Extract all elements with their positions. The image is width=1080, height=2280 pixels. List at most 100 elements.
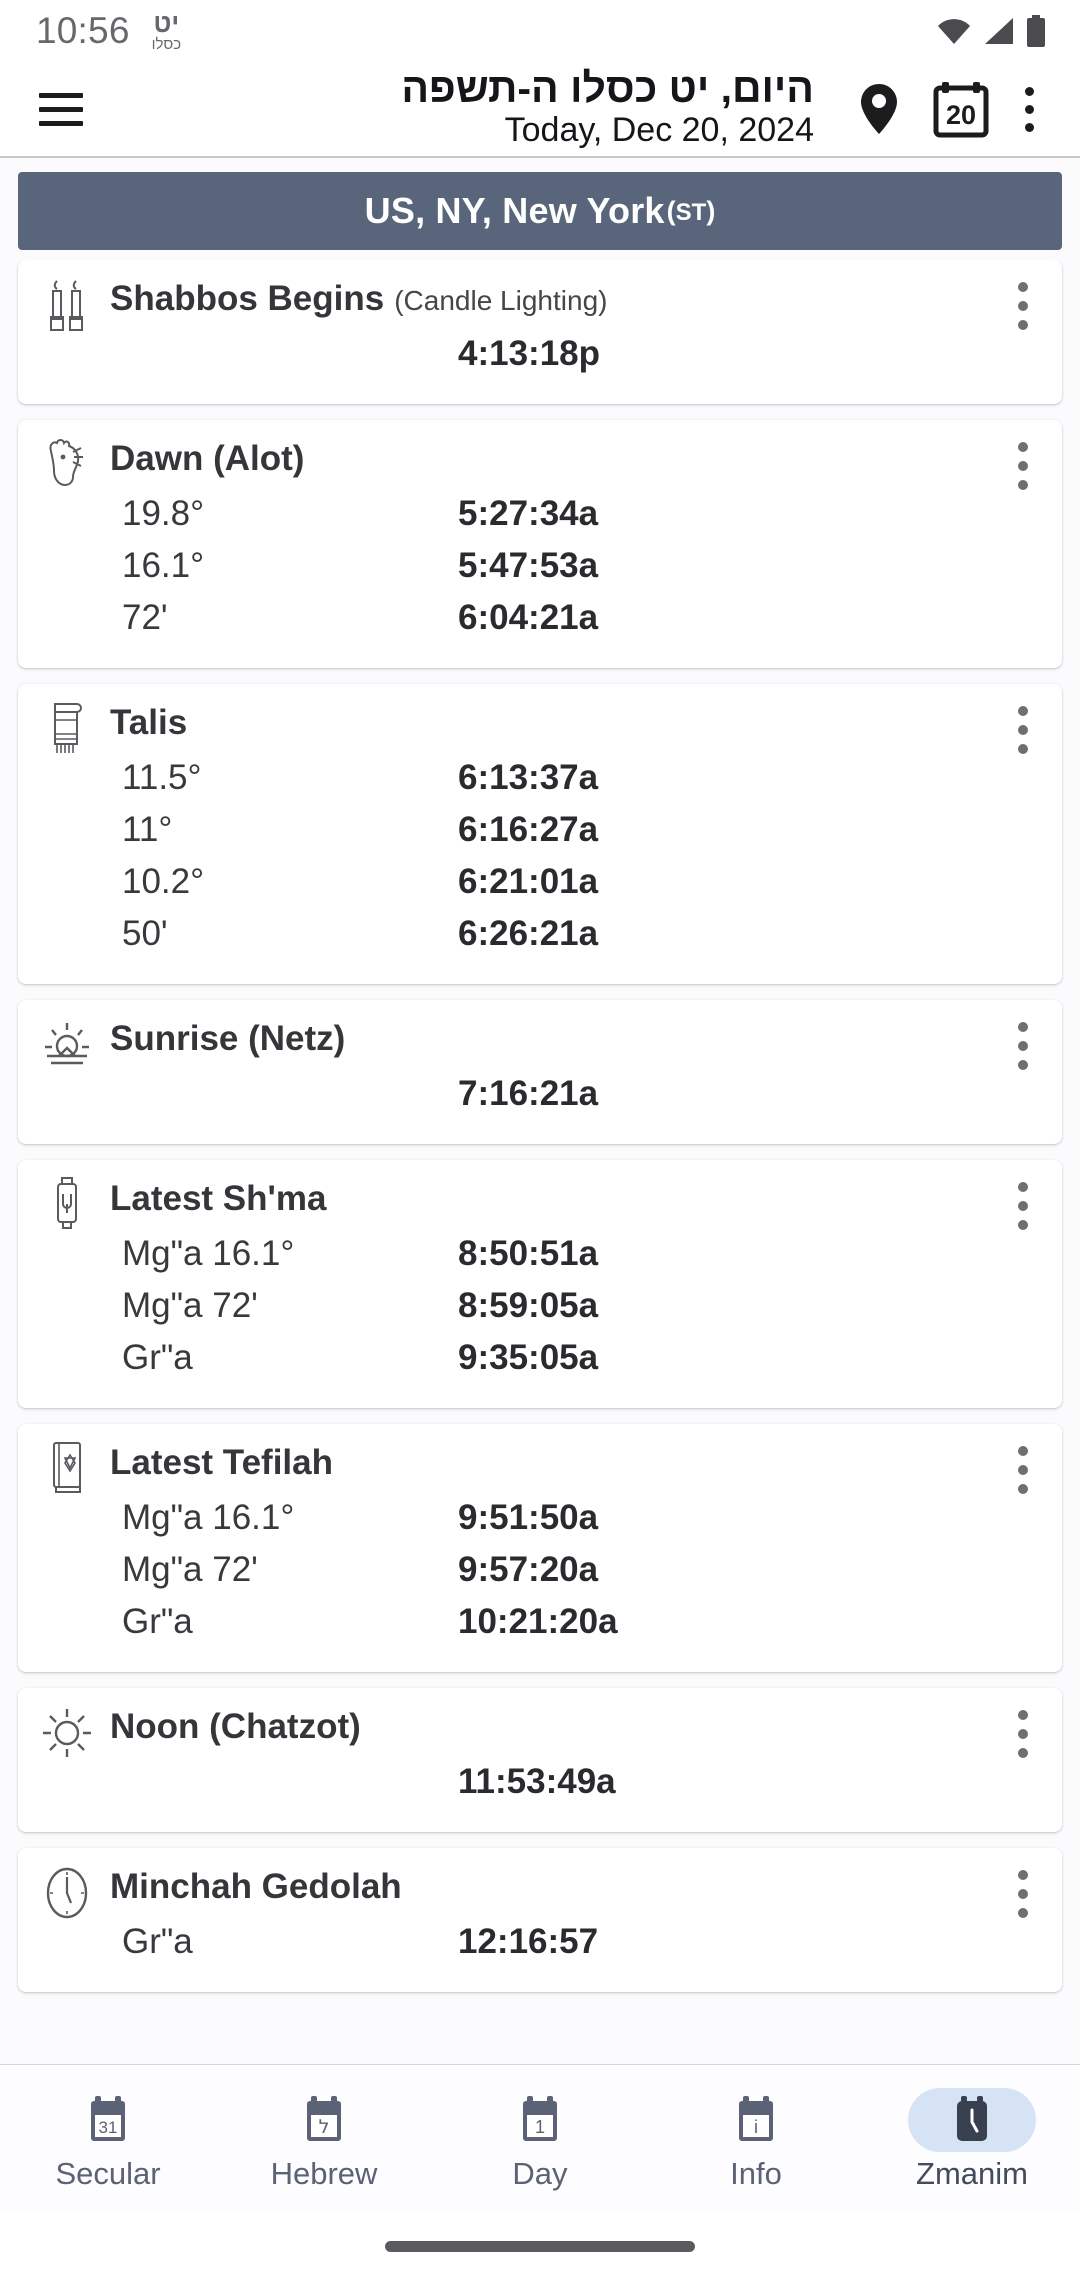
location-banner[interactable]: US, NY, New York (ST): [18, 172, 1062, 250]
overflow-dot: [1018, 1889, 1028, 1899]
nav-pill: 1: [476, 2088, 604, 2152]
svg-text:ל: ל: [319, 2116, 330, 2138]
overflow-dot: [1018, 442, 1028, 452]
card-header: Minchah Gedolah: [18, 1862, 1062, 1922]
zman-overflow-icon[interactable]: [1000, 1178, 1046, 1234]
zman-label: 72': [122, 598, 168, 637]
nav-label-info: Info: [730, 2156, 782, 2191]
zman-card-noon-chatzot[interactable]: Noon (Chatzot) 11:53:49a: [18, 1688, 1062, 1832]
zman-row: Mg"a 72' 8:59:05a: [18, 1286, 1046, 1340]
overflow-dot: [1018, 1220, 1028, 1230]
app-bar-titles: היום, יט כסלו ה-תשפה Today, Dec 20, 2024: [92, 64, 840, 149]
status-icons: [936, 15, 1046, 47]
zman-rows: 19.8° 5:27:34a 16.1° 5:47:53a 72' 6:04:2…: [18, 494, 1062, 652]
overflow-dot: [1018, 1022, 1028, 1032]
zman-row: Mg"a 16.1° 9:51:50a: [18, 1499, 1046, 1552]
overflow-dot: [1018, 1484, 1028, 1494]
zman-label: Mg"a 16.1°: [122, 1234, 295, 1273]
rooster-icon: [40, 436, 94, 494]
wifi-icon: [936, 17, 972, 45]
overflow-dot: [1018, 1041, 1028, 1051]
hamburger-line: [39, 120, 83, 126]
card-title-wrap: Latest Tefilah: [94, 1438, 1000, 1483]
zman-card-sunrise-netz[interactable]: Sunrise (Netz) 7:16:21a: [18, 1000, 1062, 1144]
sun-icon: [40, 1704, 94, 1762]
zman-overflow-icon[interactable]: [1000, 278, 1046, 334]
overflow-dot: [1018, 1710, 1028, 1720]
nav-item-day[interactable]: 1 Day: [432, 2065, 648, 2212]
card-title-wrap: Talis: [94, 698, 1000, 743]
zman-overflow-icon[interactable]: [1000, 1018, 1046, 1074]
overflow-dot: [1018, 282, 1028, 292]
clock-icon: [948, 2095, 996, 2145]
nav-item-zmanim[interactable]: Zmanim: [864, 2065, 1080, 2212]
zman-label: 16.1°: [122, 546, 205, 585]
location-text: US, NY, New York: [364, 190, 665, 231]
zman-value: 4:13:18p: [458, 334, 601, 373]
zman-card-talis[interactable]: Talis 11.5° 6:13:37a 11° 6:16:27a 10.2° …: [18, 684, 1062, 984]
zman-row: Mg"a 16.1° 8:50:51a: [18, 1234, 1046, 1288]
zman-row: 11.5° 6:13:37a: [18, 759, 1046, 812]
gesture-navigation-bar[interactable]: [0, 2212, 1080, 2280]
talis-icon: [40, 700, 94, 758]
svg-text:1: 1: [535, 2117, 545, 2137]
card-title-wrap: Minchah Gedolah: [94, 1862, 1000, 1907]
zman-label: 19.8°: [122, 494, 205, 533]
page-title-hebrew: היום, יט כסלו ה-תשפה: [401, 64, 814, 111]
calendar-hebrew-icon: ל: [300, 2095, 348, 2145]
zmanim-list[interactable]: Shabbos Begins (Candle Lighting) 4:13:18…: [0, 260, 1080, 2064]
card-title-wrap: Latest Sh'ma: [94, 1174, 1000, 1219]
zman-card-minchah-gedolah[interactable]: Minchah Gedolah Gr"a 12:16:57: [18, 1848, 1062, 1992]
overflow-dot: [1018, 1446, 1028, 1456]
zman-row: Gr"a 10:21:20a: [18, 1602, 1046, 1656]
zman-card-dawn-alot[interactable]: Dawn (Alot) 19.8° 5:27:34a 16.1° 5:47:53…: [18, 420, 1062, 668]
bottom-navigation: 31 Secular ל Hebrew 1 Day i Info Zmanim: [0, 2064, 1080, 2212]
zman-row: 50' 6:26:21a: [18, 914, 1046, 968]
status-bar: 10:56 יט כסלו: [0, 0, 1080, 62]
zman-value: 11:53:49a: [458, 1762, 616, 1801]
zman-overflow-icon[interactable]: [1000, 1866, 1046, 1922]
zman-overflow-icon[interactable]: [1000, 1706, 1046, 1762]
zman-title: Sunrise (Netz): [110, 1019, 346, 1058]
overflow-dot: [1024, 122, 1034, 132]
zman-overflow-icon[interactable]: [1000, 702, 1046, 758]
zman-card-shabbos-begins[interactable]: Shabbos Begins (Candle Lighting) 4:13:18…: [18, 260, 1062, 404]
zman-label: Gr"a: [122, 1338, 193, 1377]
zman-card-latest-tefilah[interactable]: Latest Tefilah Mg"a 16.1° 9:51:50a Mg"a …: [18, 1424, 1062, 1672]
overflow-menu-icon[interactable]: [1004, 70, 1054, 148]
zman-row: Mg"a 72' 9:57:20a: [18, 1550, 1046, 1604]
zman-overflow-icon[interactable]: [1000, 1442, 1046, 1498]
zman-rows: 11.5° 6:13:37a 11° 6:16:27a 10.2° 6:21:0…: [18, 759, 1062, 968]
hamburger-menu-icon[interactable]: [30, 78, 92, 140]
location-pin-icon[interactable]: [840, 70, 918, 148]
calendar-icon[interactable]: 20: [922, 70, 1000, 148]
app-root: 10:56 יט כסלו היום, יט כסלו ה-תשפה Today…: [0, 0, 1080, 2280]
zman-rows: 11:53:49a: [18, 1762, 1062, 1816]
nav-item-hebrew[interactable]: ל Hebrew: [216, 2065, 432, 2212]
gesture-handle[interactable]: [385, 2240, 695, 2252]
overflow-dot: [1024, 86, 1034, 96]
zman-value: 9:35:05a: [458, 1338, 599, 1377]
nav-item-info[interactable]: i Info: [648, 2065, 864, 2212]
nav-pill-active: [908, 2088, 1036, 2152]
overflow-dot: [1018, 1729, 1028, 1739]
card-header: Shabbos Begins (Candle Lighting): [18, 274, 1062, 334]
nav-label-hebrew: Hebrew: [270, 2156, 378, 2191]
nav-pill: 31: [44, 2088, 172, 2152]
zman-rows: Mg"a 16.1° 9:51:50a Mg"a 72' 9:57:20a Gr…: [18, 1499, 1062, 1656]
zman-overflow-icon[interactable]: [1000, 438, 1046, 494]
zman-card-latest-shma[interactable]: Latest Sh'ma Mg"a 16.1° 8:50:51a Mg"a 72…: [18, 1160, 1062, 1408]
zman-value: 10:21:20a: [458, 1602, 618, 1641]
zman-value: 8:59:05a: [458, 1286, 599, 1325]
zman-label: Mg"a 72': [122, 1550, 258, 1589]
nav-item-secular[interactable]: 31 Secular: [0, 2065, 216, 2212]
hamburger-line: [39, 106, 83, 112]
clock-icon: [40, 1864, 94, 1922]
nav-label-zmanim: Zmanim: [916, 2156, 1028, 2191]
zman-value: 6:26:21a: [458, 914, 599, 953]
zman-value: 6:21:01a: [458, 862, 599, 901]
zman-value: 6:04:21a: [458, 598, 599, 637]
zman-value: 5:47:53a: [458, 546, 599, 585]
zman-row: 11° 6:16:27a: [18, 811, 1046, 864]
card-header: Latest Sh'ma: [18, 1174, 1062, 1234]
